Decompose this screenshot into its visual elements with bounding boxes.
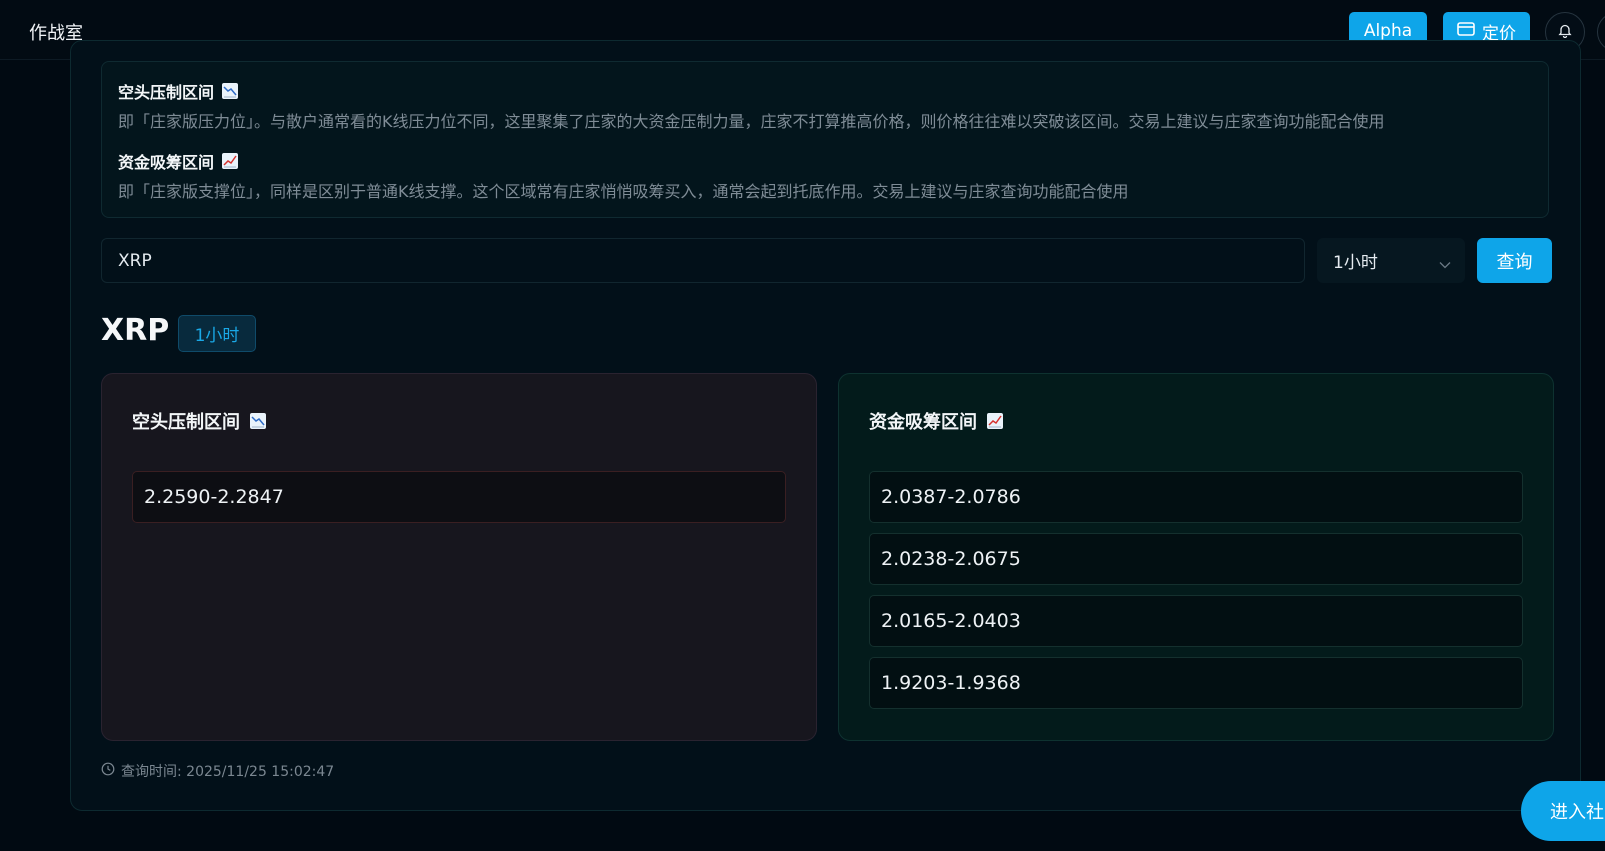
info-long-desc: 即「庄家版支撑位」，同样是区别于普通K线支撑。这个区域常有庄家悄悄吸筹买入，通常… (118, 182, 1129, 201)
long-range-row: 1.9203-1.9368 (869, 657, 1523, 709)
info-long-title-text: 资金吸筹区间 (118, 153, 215, 172)
info-short-title-text: 空头压制区间 (118, 83, 215, 102)
query-time: 查询时间: 2025/11/25 15:02:47 (101, 761, 334, 781)
info-long-title: 资金吸筹区间 (118, 149, 239, 173)
interval-select[interactable]: 1小时 (1317, 238, 1465, 283)
chart-increasing-icon (987, 413, 1003, 429)
short-panel-title: 空头压制区间 (132, 408, 266, 434)
symbol-search-input[interactable]: XRP (101, 238, 1305, 283)
chart-increasing-icon (222, 153, 239, 169)
short-pressure-panel: 空头压制区间 2.2590-2.2847 (101, 373, 817, 741)
query-button[interactable]: 查询 (1477, 238, 1552, 283)
community-button[interactable]: 进入社区 (1521, 781, 1605, 841)
long-range-row: 2.0165-2.0403 (869, 595, 1523, 647)
result-symbol-title: XRP (101, 313, 170, 348)
info-short-desc: 即「庄家版压力位」。与散户通常看的K线压力位不同，这里聚集了庄家的大资金压制力量… (118, 112, 1385, 131)
bell-icon (1558, 23, 1572, 42)
long-panel-title-text: 资金吸筹区间 (869, 412, 977, 433)
chevron-down-icon (1439, 254, 1451, 274)
chart-decreasing-icon (250, 413, 266, 429)
info-box: 空头压制区间 即「庄家版压力位」。与散户通常看的K线压力位不同，这里聚集了庄家的… (101, 61, 1549, 218)
short-range-row: 2.2590-2.2847 (132, 471, 786, 523)
chart-decreasing-icon (222, 83, 239, 99)
interval-select-value: 1小时 (1333, 253, 1378, 273)
long-range-row: 2.0238-2.0675 (869, 533, 1523, 585)
query-time-text: 查询时间: 2025/11/25 15:02:47 (121, 764, 335, 780)
long-range-row: 2.0387-2.0786 (869, 471, 1523, 523)
info-short-title: 空头压制区间 (118, 79, 239, 103)
interval-badge: 1小时 (178, 315, 256, 352)
user-menu-button[interactable] (1597, 12, 1605, 52)
clock-icon (101, 762, 115, 780)
credit-card-icon (1457, 21, 1475, 41)
long-accumulation-panel: 资金吸筹区间 2.0387-2.0786 2.0238-2.0675 2.016… (838, 373, 1554, 741)
short-panel-title-text: 空头压制区间 (132, 412, 240, 433)
long-panel-title: 资金吸筹区间 (869, 408, 1003, 434)
